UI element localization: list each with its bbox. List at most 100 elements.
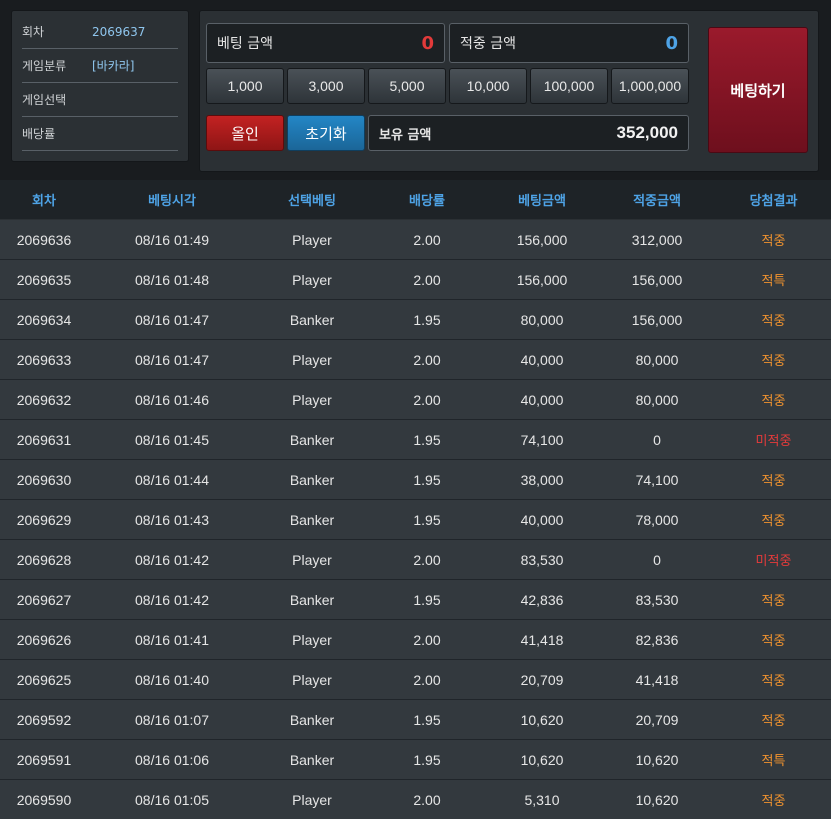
chip-button-1000000[interactable]: 1,000,000 <box>611 68 689 104</box>
place-bet-button[interactable]: 베팅하기 <box>708 27 808 153</box>
cell-odds: 2.00 <box>413 391 441 408</box>
cell-bet-amount: 40,000 <box>520 511 564 528</box>
reset-button[interactable]: 초기화 <box>287 115 365 151</box>
cell-odds: 1.95 <box>413 751 441 768</box>
table-row: 2069635 08/16 01:48 Player 2.00 156,000 156,0… <box>0 260 831 300</box>
cell-result: 적중 <box>761 354 786 369</box>
cell-round: 2069634 <box>16 311 72 328</box>
cell-selection: Banker <box>289 511 335 528</box>
table-row: 2069625 08/16 01:40 Player 2.00 20,709 41,418… <box>0 660 831 700</box>
bet-history-table: 회차 베팅시각 선택베팅 배당률 베팅금액 적중금액 당첨결과 2069636 0… <box>0 180 831 819</box>
table-row: 2069626 08/16 01:41 Player 2.00 41,418 82,836… <box>0 620 831 660</box>
bet-amount-label: 베팅 금액 <box>217 36 273 52</box>
cell-selection: Player <box>292 351 332 368</box>
cell-odds: 2.00 <box>413 631 441 648</box>
round-value: 2069637 <box>92 24 146 39</box>
table-row: 2069591 08/16 01:06 Banker 1.95 10,620 10,620… <box>0 740 831 780</box>
cell-win-amount: 0 <box>653 431 661 448</box>
cell-win-amount: 41,418 <box>635 671 679 688</box>
cell-selection: Player <box>292 631 332 648</box>
cell-round: 2069628 <box>16 551 72 568</box>
cell-odds: 1.95 <box>413 711 441 728</box>
cell-selection: Player <box>292 671 332 688</box>
table-row: 2069630 08/16 01:44 Banker 1.95 38,000 74,100… <box>0 460 831 500</box>
cell-bet-amount: 5,310 <box>524 791 560 808</box>
cell-round: 2069631 <box>16 431 72 448</box>
chip-button-3000[interactable]: 3,000 <box>287 68 365 104</box>
cell-round: 2069629 <box>16 511 72 528</box>
selection-label: 게임선택 <box>22 93 67 107</box>
category-value: [바카라] <box>92 59 135 73</box>
cell-win-amount: 74,100 <box>635 471 679 488</box>
chip-button-10000[interactable]: 10,000 <box>449 68 527 104</box>
table-row: 2069629 08/16 01:43 Banker 1.95 40,000 78,000… <box>0 500 831 540</box>
table-row: 2069631 08/16 01:45 Banker 1.95 74,100 0 미적중 <box>0 420 831 460</box>
cell-selection: Player <box>292 791 332 808</box>
chip-button-100000[interactable]: 100,000 <box>530 68 608 104</box>
cell-bet-amount: 38,000 <box>520 471 564 488</box>
cell-result: 적특 <box>761 754 786 769</box>
cell-selection: Banker <box>289 711 335 728</box>
cell-round: 2069635 <box>16 271 72 288</box>
cell-win-amount: 80,000 <box>635 391 679 408</box>
cell-win-amount: 80,000 <box>635 351 679 368</box>
cell-odds: 1.95 <box>413 311 441 328</box>
cell-selection: Banker <box>289 471 335 488</box>
cell-selection: Banker <box>289 311 335 328</box>
cell-round: 2069625 <box>16 671 72 688</box>
cell-bet-amount: 156,000 <box>516 231 568 248</box>
cell-odds: 2.00 <box>413 791 441 808</box>
cell-result: 적중 <box>761 234 786 249</box>
cell-win-amount: 20,709 <box>635 711 679 728</box>
cell-win-amount: 10,620 <box>635 791 679 808</box>
cell-odds: 2.00 <box>413 351 441 368</box>
cell-bet-time: 08/16 01:43 <box>135 511 209 528</box>
table-row: 2069628 08/16 01:42 Player 2.00 83,530 0 미적중 <box>0 540 831 580</box>
cell-round: 2069636 <box>16 231 72 248</box>
cell-odds: 2.00 <box>413 271 441 288</box>
chip-buttons: 1,000 3,000 5,000 10,000 100,000 1,000,0… <box>206 68 689 104</box>
all-in-button[interactable]: 올인 <box>206 115 284 151</box>
cell-round: 2069626 <box>16 631 72 648</box>
cell-selection: Banker <box>289 751 335 768</box>
cell-result: 적중 <box>761 714 786 729</box>
cell-result: 적중 <box>761 594 786 609</box>
bet-panel: 베팅 금액 0 적중 금액 0 1,000 3,000 5,000 10,000… <box>199 10 819 172</box>
win-amount-display: 적중 금액 0 <box>449 23 689 63</box>
header-bet-time: 베팅시각 <box>148 194 196 209</box>
cell-odds: 1.95 <box>413 511 441 528</box>
info-row-odds: 배당률 <box>22 117 178 151</box>
win-amount-value: 0 <box>665 32 678 54</box>
cell-bet-amount: 83,530 <box>520 551 564 568</box>
header-odds: 배당률 <box>409 194 445 209</box>
cell-bet-time: 08/16 01:42 <box>135 591 209 608</box>
table-row: 2069627 08/16 01:42 Banker 1.95 42,836 83,530… <box>0 580 831 620</box>
cell-result: 적중 <box>761 514 786 529</box>
cell-odds: 1.95 <box>413 471 441 488</box>
info-row-round: 회차 2069637 <box>22 15 178 49</box>
header-round: 회차 <box>32 194 56 209</box>
bet-amount-value: 0 <box>421 32 434 54</box>
table-row: 2069590 08/16 01:05 Player 2.00 5,310 10,620 적… <box>0 780 831 819</box>
cell-bet-time: 08/16 01:47 <box>135 311 209 328</box>
cell-result: 미적중 <box>755 434 792 449</box>
cell-result: 적특 <box>761 274 786 289</box>
header-result: 당첨결과 <box>749 194 798 209</box>
cell-round: 2069590 <box>16 791 72 808</box>
cell-win-amount: 156,000 <box>631 271 683 288</box>
cell-win-amount: 156,000 <box>631 311 683 328</box>
chip-button-5000[interactable]: 5,000 <box>368 68 446 104</box>
cell-win-amount: 0 <box>653 551 661 568</box>
cell-result: 적중 <box>761 314 786 329</box>
cell-win-amount: 10,620 <box>635 751 679 768</box>
cell-bet-amount: 20,709 <box>520 671 564 688</box>
cell-bet-amount: 40,000 <box>520 391 564 408</box>
cell-bet-amount: 42,836 <box>520 591 564 608</box>
balance-display: 보유 금액 352,000 <box>368 115 689 151</box>
chip-button-1000[interactable]: 1,000 <box>206 68 284 104</box>
cell-bet-amount: 156,000 <box>516 271 568 288</box>
round-label: 회차 <box>22 25 45 39</box>
win-amount-label: 적중 금액 <box>460 36 516 52</box>
header-win-amount: 적중금액 <box>633 194 681 209</box>
cell-bet-time: 08/16 01:44 <box>135 471 209 488</box>
